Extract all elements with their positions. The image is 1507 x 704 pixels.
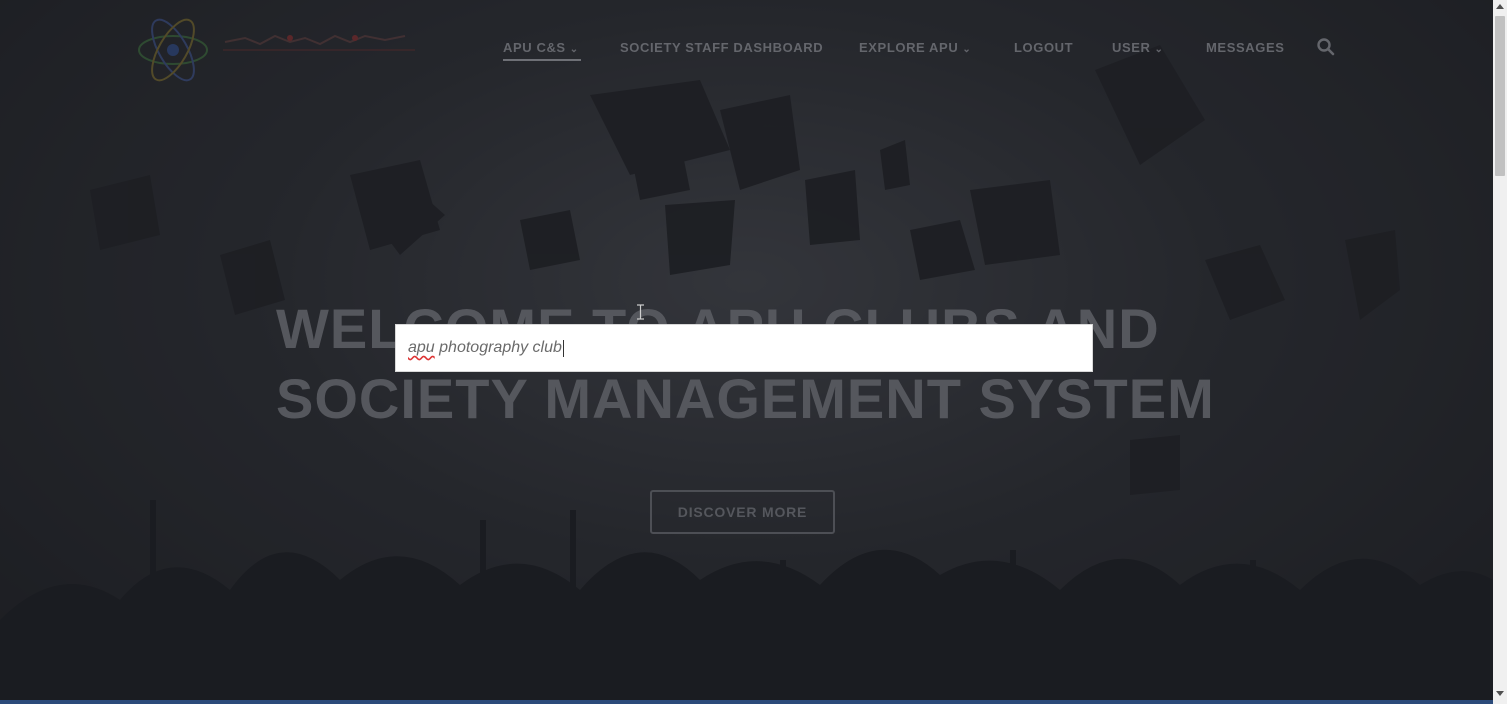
scrollbar-thumb[interactable]: [1495, 16, 1505, 176]
bottom-accent-bar: [0, 700, 1493, 704]
nav-item-label: USER: [1112, 40, 1151, 55]
nav-item-logout[interactable]: LOGOUT: [1014, 38, 1073, 58]
nav-item-label: MESSAGES: [1206, 40, 1285, 55]
search-input-value: photography club: [434, 339, 562, 356]
active-nav-underline: [503, 59, 581, 61]
nav-item-explore-apu[interactable]: EXPLORE APU ⌄: [859, 38, 971, 58]
hero-title-line-2: SOCIETY MANAGEMENT SYSTEM: [276, 367, 1215, 430]
nav-item-society-staff-dashboard[interactable]: SOCIETY STAFF DASHBOARD: [620, 38, 823, 58]
nav-item-label: EXPLORE APU: [859, 40, 959, 55]
chevron-down-icon: ⌄: [962, 44, 972, 55]
nav-item-messages[interactable]: MESSAGES: [1206, 38, 1284, 58]
discover-more-button[interactable]: DISCOVER MORE: [650, 490, 835, 534]
text-caret: [562, 339, 564, 357]
search-icon[interactable]: [1316, 37, 1336, 57]
nav-item-label: LOGOUT: [1014, 40, 1074, 55]
site-logo[interactable]: [135, 14, 425, 86]
page: APU C&S ⌄ SOCIETY STAFF DASHBOARD EXPLORE…: [0, 0, 1507, 704]
vertical-scrollbar[interactable]: [1493, 0, 1507, 704]
search-input[interactable]: apu photography club: [395, 324, 1093, 372]
nav-item-label: SOCIETY STAFF DASHBOARD: [620, 40, 824, 55]
scroll-down-arrow-icon[interactable]: [1493, 686, 1507, 700]
nav-item-user[interactable]: USER ⌄: [1112, 38, 1164, 58]
nav-item-label: APU C&S: [503, 40, 566, 55]
chevron-down-icon: ⌄: [569, 44, 579, 55]
text-cursor-icon: [637, 304, 644, 320]
nav-item-apu-cs[interactable]: APU C&S ⌄: [503, 38, 581, 61]
search-input-value-word: apu: [408, 339, 435, 356]
scroll-up-arrow-icon[interactable]: [1493, 0, 1507, 14]
chevron-down-icon: ⌄: [1154, 44, 1164, 55]
